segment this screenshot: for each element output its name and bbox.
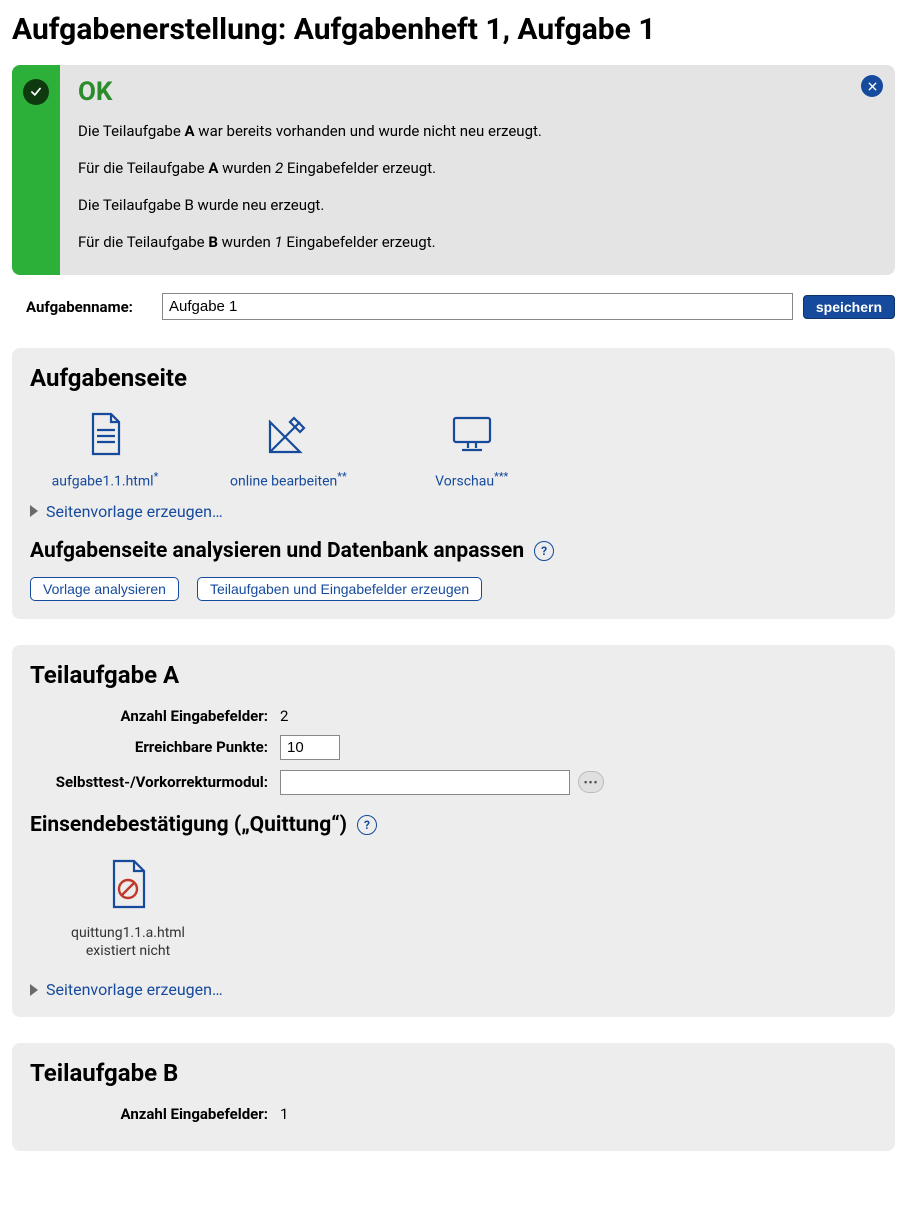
receipt-filename: quittung1.1.a.html — [71, 924, 185, 942]
teilaufgabe-b-panel: Teilaufgabe B Anzahl Eingabefelder: 1 — [12, 1043, 895, 1151]
save-button[interactable]: speichern — [803, 295, 895, 319]
monitor-icon — [448, 410, 496, 462]
aufgabenseite-panel: Aufgabenseite aufgabe1.1.html* online be… — [12, 348, 895, 619]
help-icon[interactable]: ? — [357, 815, 377, 835]
receipt-file-missing: quittung1.1.a.html existiert nicht — [58, 857, 198, 961]
page-title: Aufgabenerstellung: Aufgabenheft 1, Aufg… — [12, 12, 895, 47]
aufgabenseite-title: Aufgabenseite — [30, 364, 877, 392]
alert-ok: OK Die Teilaufgabe A war bereits vorhand… — [12, 65, 895, 275]
fields-count-label: Anzahl Eingabefelder: — [30, 707, 280, 725]
chevron-right-icon — [30, 505, 38, 517]
receipt-missing-text: existiert nicht — [86, 942, 170, 960]
file-missing-icon — [104, 857, 152, 924]
analyze-template-button[interactable]: Vorlage analysieren — [30, 577, 179, 601]
teilaufgabe-a-panel: Teilaufgabe A Anzahl Eingabefelder: 2 Er… — [12, 645, 895, 1018]
alert-accent-bar — [12, 65, 60, 275]
module-input[interactable] — [280, 770, 570, 795]
html-file-link[interactable]: aufgabe1.1.html* — [50, 410, 160, 490]
generate-template-toggle-a[interactable]: Seitenvorlage erzeugen… — [30, 980, 877, 999]
module-browse-button[interactable]: ••• — [578, 771, 604, 793]
preview-link[interactable]: Vorschau*** — [417, 410, 527, 490]
alert-line-1: Die Teilaufgabe A war bereits vorhanden … — [78, 121, 877, 142]
alert-line-2: Für die Teilaufgabe A wurden 2 Eingabefe… — [78, 158, 877, 179]
analyze-heading: Aufgabenseite analysieren und Datenbank … — [30, 539, 524, 563]
alert-title: OK — [78, 77, 877, 107]
edit-icon — [264, 410, 312, 462]
alert-line-3: Die Teilaufgabe B wurde neu erzeugt. — [78, 195, 877, 216]
fields-count-value-b: 1 — [280, 1105, 288, 1123]
points-label: Erreichbare Punkte: — [30, 738, 280, 756]
receipt-heading: Einsendebestätigung („Quittung“) — [30, 813, 347, 837]
teilaufgabe-b-title: Teilaufgabe B — [30, 1059, 877, 1087]
close-icon[interactable] — [861, 75, 883, 97]
generate-template-toggle[interactable]: Seitenvorlage erzeugen… — [30, 502, 877, 521]
document-icon — [81, 410, 129, 462]
teilaufgabe-a-title: Teilaufgabe A — [30, 661, 877, 689]
fields-count-label-b: Anzahl Eingabefelder: — [30, 1105, 280, 1123]
fields-count-value: 2 — [280, 707, 288, 725]
help-icon[interactable]: ? — [534, 541, 554, 561]
create-subtasks-button[interactable]: Teilaufgaben und Eingabefelder erzeugen — [197, 577, 482, 601]
edit-online-link[interactable]: online bearbeiten** — [230, 410, 347, 490]
points-input[interactable] — [280, 735, 340, 760]
module-label: Selbsttest-/Vorkorrekturmodul: — [30, 773, 280, 791]
task-name-input[interactable] — [162, 293, 793, 320]
check-icon — [23, 79, 49, 105]
chevron-right-icon — [30, 984, 38, 996]
task-name-label: Aufgabenname: — [12, 298, 152, 316]
alert-line-4: Für die Teilaufgabe B wurden 1 Eingabefe… — [78, 232, 877, 253]
